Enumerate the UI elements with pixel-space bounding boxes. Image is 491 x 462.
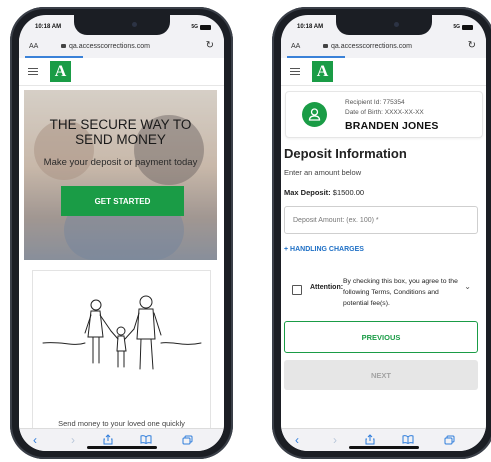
lock-icon [61, 44, 66, 48]
recipient-name: BRANDEN JONES [345, 120, 439, 132]
next-button[interactable]: NEXT [284, 360, 478, 390]
share-icon[interactable] [365, 434, 375, 445]
info-card: Send money to your loved one quickly [32, 270, 211, 429]
battery-icon [200, 24, 211, 30]
chevron-down-icon[interactable]: ⌄ [464, 282, 471, 291]
status-time: 10:18 AM [35, 24, 62, 30]
url-display[interactable]: qa.accesscorrections.com [323, 43, 412, 50]
handling-charges-link[interactable]: + HANDLING CHARGES [284, 246, 364, 253]
user-icon [302, 102, 327, 127]
back-icon[interactable]: ‹ [33, 433, 37, 447]
site-logo[interactable]: A [312, 61, 333, 82]
text-size-button[interactable]: AA [291, 43, 300, 50]
deposit-form: Recipient Id: 775354 Date of Birth: XXXX… [281, 85, 486, 429]
left-screen: 10:18 AM 5G AA qa.accesscorrections.com … [19, 15, 224, 451]
hero-banner: THE SECURE WAY TO SEND MONEY Make your d… [24, 90, 217, 260]
forward-icon[interactable]: › [333, 433, 337, 447]
lock-icon [323, 44, 328, 48]
left-phone: 10:18 AM 5G AA qa.accesscorrections.com … [10, 7, 233, 459]
address-bar[interactable]: AA qa.accesscorrections.com ↻ [281, 37, 486, 57]
attention-text: By checking this box, you agree to the f… [343, 278, 458, 307]
hero-title: THE SECURE WAY TO SEND MONEY [49, 117, 192, 147]
share-icon[interactable] [103, 434, 113, 445]
browser-toolbar: ‹ › [19, 428, 224, 451]
previous-button[interactable]: PREVIOUS [284, 321, 478, 353]
status-time: 10:18 AM [297, 24, 324, 30]
page-content: A THE SECURE WAY TO SEND MONEY Make your… [19, 58, 224, 429]
home-indicator [86, 446, 157, 449]
max-deposit-value: $1500.00 [332, 188, 365, 197]
network-label: 5G [191, 24, 198, 30]
menu-icon[interactable] [28, 68, 38, 76]
right-screen: 10:18 AM 5G AA qa.accesscorrections.com … [281, 15, 486, 451]
back-icon[interactable]: ‹ [295, 433, 299, 447]
status-network: 5G [453, 24, 473, 30]
network-label: 5G [453, 24, 460, 30]
address-bar[interactable]: AA qa.accesscorrections.com ↻ [19, 37, 224, 57]
right-phone: 10:18 AM 5G AA qa.accesscorrections.com … [272, 7, 491, 459]
section-subtitle: Enter an amount below [284, 168, 362, 177]
battery-icon [462, 24, 473, 30]
site-header: A [281, 58, 486, 86]
deposit-amount-input[interactable] [284, 206, 478, 234]
hero-subtitle: Make your deposit or payment today [43, 157, 198, 168]
get-started-button[interactable]: GET STARTED [61, 186, 184, 216]
bookmarks-icon[interactable] [402, 435, 414, 444]
text-size-button[interactable]: AA [29, 43, 38, 50]
attention-label: Attention: [310, 284, 344, 291]
bookmarks-icon[interactable] [140, 435, 152, 444]
terms-checkbox[interactable] [292, 285, 302, 295]
recipient-dob: Date of Birth: XXXX-XX-XX [345, 109, 424, 116]
menu-icon[interactable] [290, 68, 300, 76]
card-text: Send money to your loved one quickly [58, 419, 185, 428]
browser-toolbar: ‹ › [281, 428, 486, 451]
site-header: A [19, 58, 224, 86]
terms-agreement: Attention: By checking this box, you agr… [284, 271, 478, 313]
forward-icon[interactable]: › [71, 433, 75, 447]
recipient-id: Recipient Id: 775354 [345, 99, 405, 106]
section-title: Deposit Information [284, 146, 407, 161]
notch [335, 15, 432, 35]
recipient-card: Recipient Id: 775354 Date of Birth: XXXX… [285, 91, 483, 138]
site-logo[interactable]: A [50, 61, 71, 82]
family-illustration [42, 295, 202, 370]
home-indicator [348, 446, 419, 449]
tabs-icon[interactable] [444, 435, 455, 445]
reload-icon[interactable]: ↻ [206, 40, 214, 51]
max-deposit: Max Deposit: $1500.00 [284, 188, 364, 197]
max-deposit-label: Max Deposit: [284, 188, 331, 197]
status-network: 5G [191, 24, 211, 30]
reload-icon[interactable]: ↻ [468, 40, 476, 51]
tabs-icon[interactable] [182, 435, 193, 445]
url-text: qa.accesscorrections.com [331, 43, 412, 50]
page-content: A Recipient Id: 775354 Date of Birth: XX… [281, 58, 486, 429]
url-display[interactable]: qa.accesscorrections.com [61, 43, 150, 50]
url-text: qa.accesscorrections.com [69, 43, 150, 50]
notch [73, 15, 170, 35]
hero-overlay [24, 90, 217, 260]
